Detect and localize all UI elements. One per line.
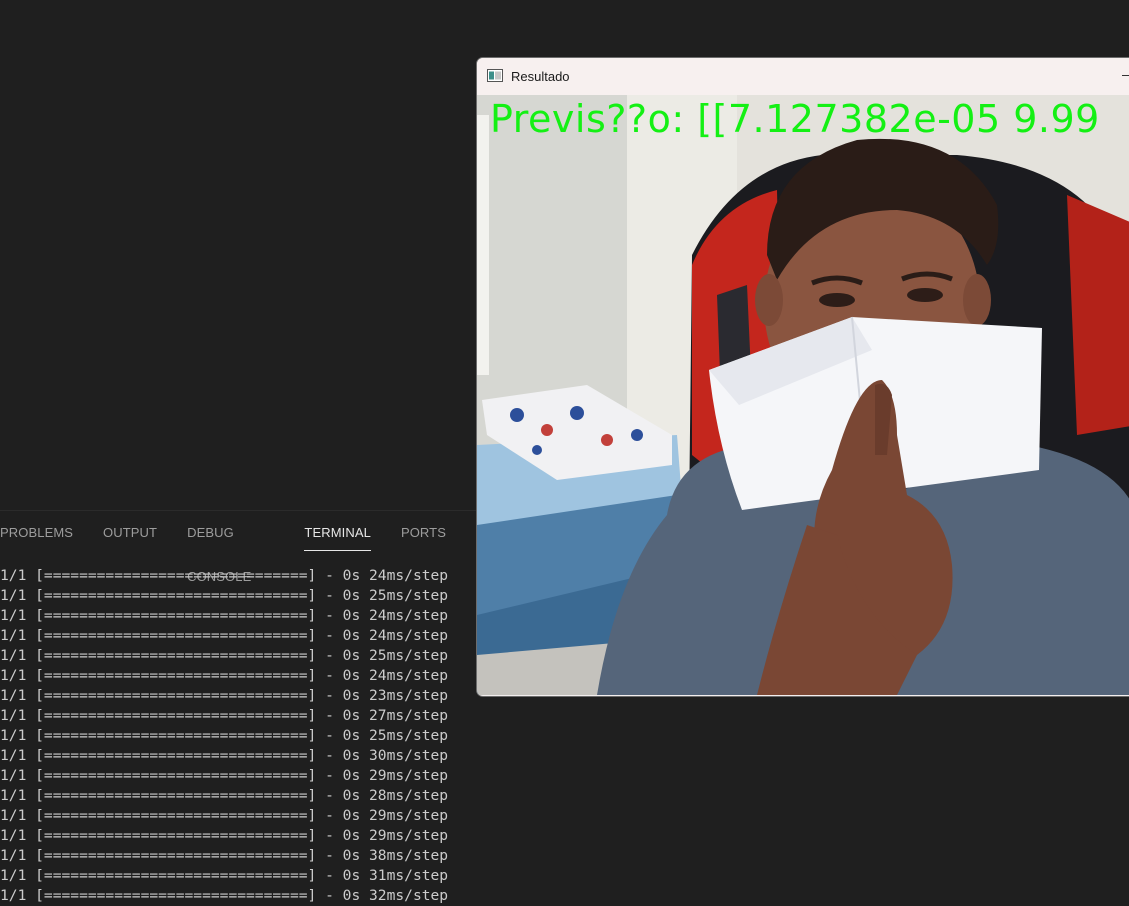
bottom-panel: PROBLEMS OUTPUT DEBUG CONSOLE TERMINAL P… bbox=[0, 510, 476, 906]
terminal-line: 1/1 [==============================] - 0… bbox=[0, 667, 449, 684]
terminal-line: 1/1 [==============================] - 0… bbox=[0, 647, 449, 664]
panel-tab-bar: PROBLEMS OUTPUT DEBUG CONSOLE TERMINAL P… bbox=[0, 511, 476, 584]
terminal-line: 1/1 [==============================] - 0… bbox=[0, 747, 449, 764]
terminal-line: 1/1 [==============================] - 0… bbox=[0, 767, 449, 784]
terminal-output[interactable]: 1/1 [==============================] - 0… bbox=[0, 566, 476, 906]
prediction-overlay-text: Previs??o: [[7.127382e-05 9.99 bbox=[490, 97, 1100, 141]
terminal-line: 1/1 [==============================] - 0… bbox=[0, 867, 449, 884]
terminal-line: 1/1 [==============================] - 0… bbox=[0, 587, 449, 604]
terminal-line: 1/1 [==============================] - 0… bbox=[0, 567, 449, 584]
window-titlebar[interactable]: Resultado bbox=[477, 58, 1129, 95]
terminal-line: 1/1 [==============================] - 0… bbox=[0, 727, 449, 744]
minimize-icon[interactable] bbox=[1122, 75, 1129, 76]
tab-problems[interactable]: PROBLEMS bbox=[0, 511, 73, 551]
window-title: Resultado bbox=[511, 69, 570, 84]
terminal-line: 1/1 [==============================] - 0… bbox=[0, 847, 449, 864]
terminal-line: 1/1 [==============================] - 0… bbox=[0, 687, 449, 704]
tab-output[interactable]: OUTPUT bbox=[103, 511, 157, 551]
app-window-icon bbox=[487, 69, 503, 82]
terminal-line: 1/1 [==============================] - 0… bbox=[0, 827, 449, 844]
webcam-image bbox=[477, 95, 1129, 695]
resultado-window[interactable]: Resultado Previs??o: [[7.127382e-05 9.99 bbox=[476, 57, 1129, 697]
terminal-line: 1/1 [==============================] - 0… bbox=[0, 887, 449, 904]
tab-debug-console[interactable]: DEBUG CONSOLE bbox=[187, 511, 274, 584]
terminal-line: 1/1 [==============================] - 0… bbox=[0, 627, 449, 644]
terminal-line: 1/1 [==============================] - 0… bbox=[0, 787, 449, 804]
tab-terminal[interactable]: TERMINAL bbox=[304, 511, 371, 551]
terminal-line: 1/1 [==============================] - 0… bbox=[0, 607, 449, 624]
terminal-line: 1/1 [==============================] - 0… bbox=[0, 707, 449, 724]
tab-ports[interactable]: PORTS bbox=[401, 511, 446, 551]
terminal-line: 1/1 [==============================] - 0… bbox=[0, 807, 449, 824]
camera-frame: Previs??o: [[7.127382e-05 9.99 bbox=[477, 95, 1129, 695]
